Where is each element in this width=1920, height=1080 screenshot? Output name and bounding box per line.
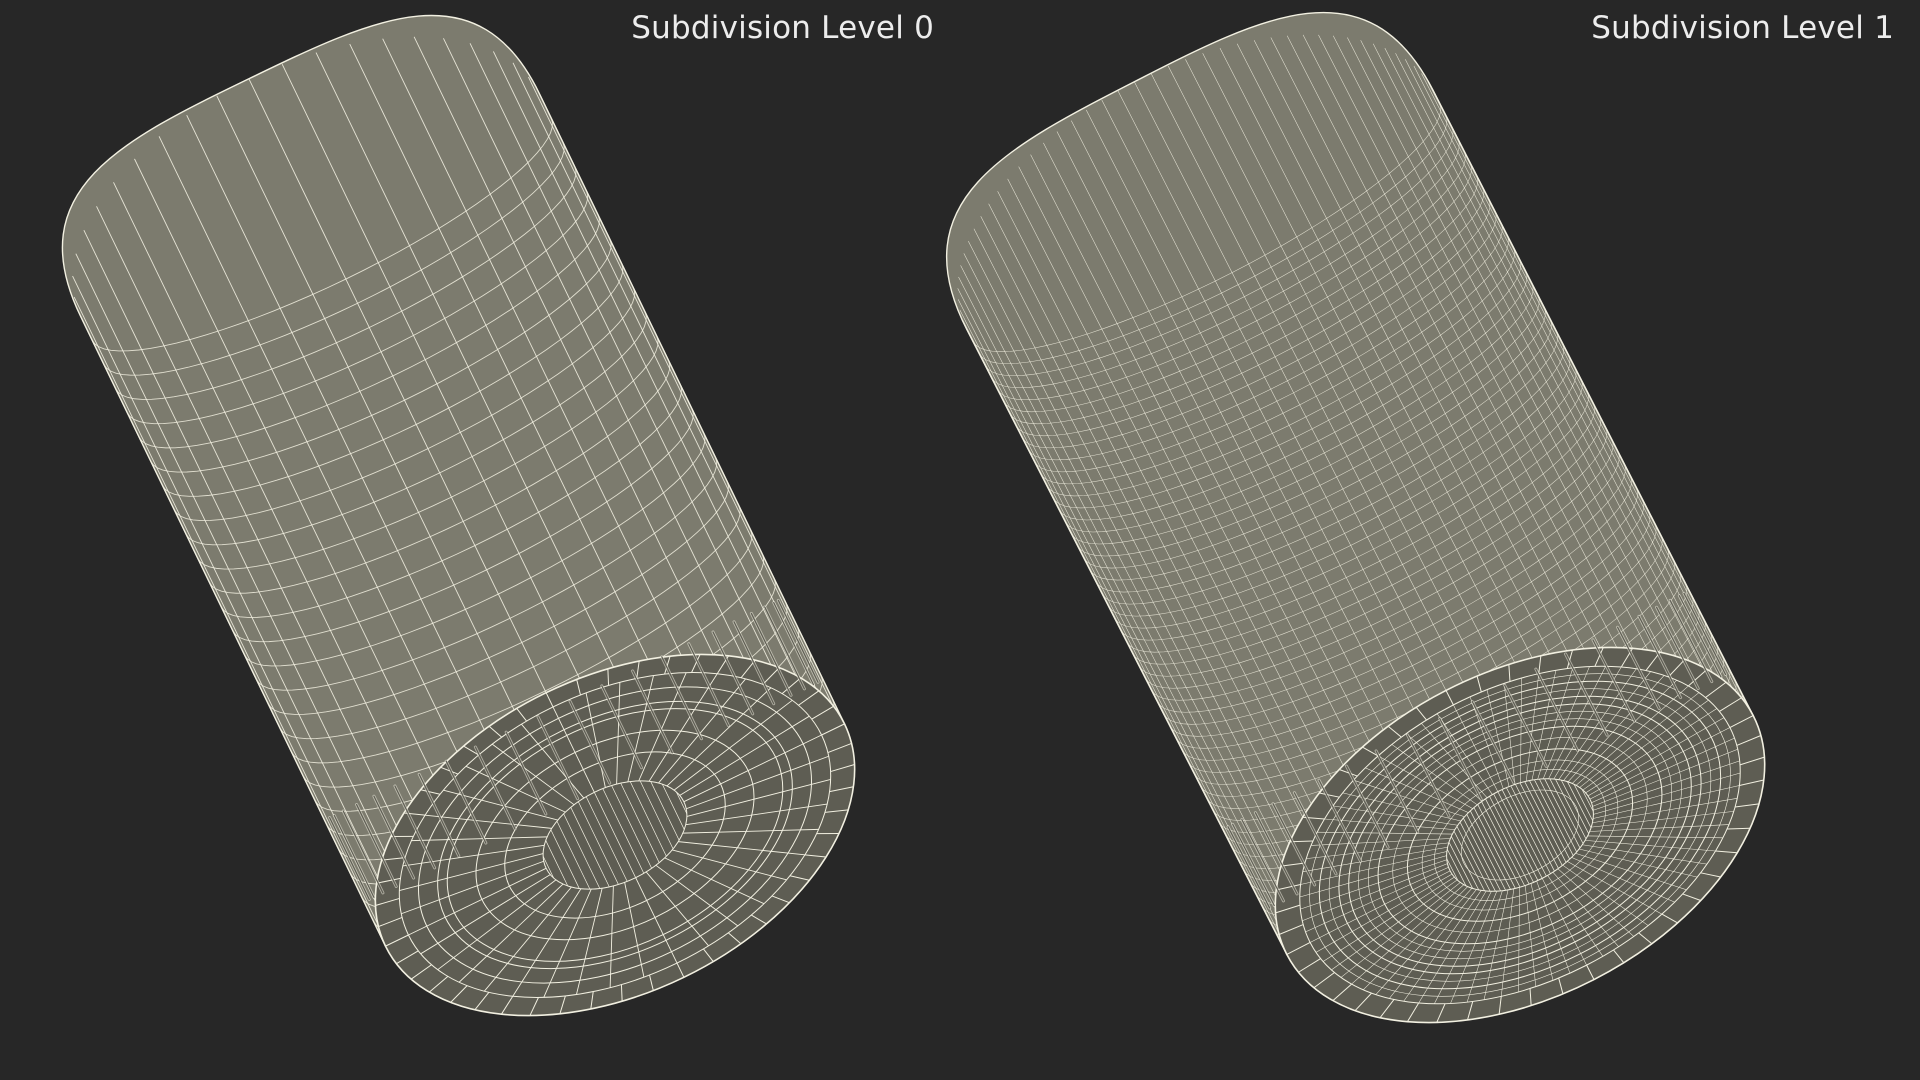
panel-label-level-0: Subdivision Level 0 [631,10,934,46]
cylinder-wireframe-level-0 [61,14,856,1017]
cylinder-wireframe-level-1 [946,11,1766,1024]
wireframe-render-canvas [61,11,1766,1024]
panel-label-level-1: Subdivision Level 1 [1591,10,1894,46]
viewport-stage: Subdivision Level 0 Subdivision Level 1 [0,0,1920,1080]
